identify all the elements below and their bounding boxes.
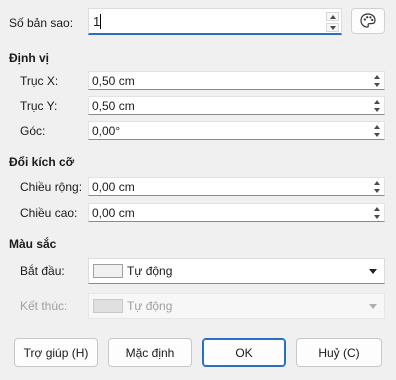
copies-decrement-button[interactable] — [326, 23, 339, 32]
copies-spinbox[interactable]: 1 — [88, 8, 342, 35]
cancel-button[interactable]: Huỷ (C) — [296, 338, 382, 367]
start-color-dropdown[interactable]: Tự động — [88, 258, 385, 284]
arrow-up-icon — [329, 14, 336, 19]
width-spinbox[interactable]: 0,00 cm — [88, 177, 385, 196]
colors-heading: Màu sắc — [9, 237, 57, 251]
angle-decrement-button[interactable] — [370, 131, 383, 138]
arrow-up-icon — [373, 206, 380, 211]
height-label: Chiều cao: — [20, 206, 78, 220]
x-axis-spinbox[interactable]: 0,50 cm — [88, 71, 385, 90]
resize-heading: Đổi kích cỡ — [9, 155, 75, 169]
copies-spin-arrows — [326, 12, 339, 32]
height-spin-arrows — [370, 205, 383, 220]
arrow-down-icon — [373, 132, 380, 137]
start-color-value: Tự động — [127, 264, 173, 278]
width-decrement-button[interactable] — [370, 187, 383, 194]
end-color-value: Tự động — [127, 299, 173, 313]
start-color-swatch — [93, 264, 123, 278]
reset-button[interactable]: Mặc định — [108, 338, 192, 367]
palette-icon — [360, 13, 376, 28]
x-axis-decrement-button[interactable] — [370, 81, 383, 88]
angle-spinbox[interactable]: 0,00° — [88, 121, 385, 140]
arrow-down-icon — [373, 188, 380, 193]
height-spinbox[interactable]: 0,00 cm — [88, 203, 385, 222]
width-label: Chiều rộng: — [20, 180, 83, 194]
x-axis-spin-arrows — [370, 73, 383, 88]
x-axis-increment-button[interactable] — [370, 73, 383, 80]
width-value: 0,00 cm — [92, 180, 135, 194]
arrow-down-icon — [373, 82, 380, 87]
text-caret — [100, 14, 101, 29]
angle-value: 0,00° — [92, 124, 121, 138]
arrow-down-icon — [373, 214, 380, 219]
height-decrement-button[interactable] — [370, 213, 383, 220]
chevron-down-icon — [369, 304, 377, 309]
copy-values-button[interactable] — [351, 8, 385, 34]
angle-increment-button[interactable] — [370, 123, 383, 130]
arrow-up-icon — [373, 74, 380, 79]
y-axis-value: 0,50 cm — [92, 99, 135, 113]
end-color-label: Kết thúc: — [20, 299, 68, 313]
copies-increment-button[interactable] — [326, 12, 339, 21]
x-axis-label: Trục X: — [20, 74, 59, 88]
y-axis-decrement-button[interactable] — [370, 106, 383, 113]
arrow-down-icon — [329, 25, 336, 30]
end-color-swatch — [93, 299, 123, 313]
y-axis-spinbox[interactable]: 0,50 cm — [88, 96, 385, 115]
start-color-label: Bắt đầu: — [20, 264, 65, 278]
arrow-up-icon — [373, 99, 380, 104]
height-value: 0,00 cm — [92, 206, 135, 220]
width-spin-arrows — [370, 179, 383, 194]
width-increment-button[interactable] — [370, 179, 383, 186]
arrow-up-icon — [373, 124, 380, 129]
arrow-up-icon — [373, 180, 380, 185]
height-increment-button[interactable] — [370, 205, 383, 212]
help-button[interactable]: Trợ giúp (H) — [14, 338, 98, 367]
y-axis-label: Trục Y: — [20, 99, 58, 113]
placement-heading: Định vị — [9, 51, 50, 65]
x-axis-value: 0,50 cm — [92, 74, 135, 88]
arrow-down-icon — [373, 107, 380, 112]
angle-spin-arrows — [370, 123, 383, 138]
y-axis-spin-arrows — [370, 98, 383, 113]
angle-label: Góc: — [20, 124, 46, 138]
ok-button[interactable]: OK — [202, 338, 286, 367]
copies-label: Số bản sao: — [9, 16, 74, 30]
chevron-down-icon — [369, 269, 377, 274]
y-axis-increment-button[interactable] — [370, 98, 383, 105]
end-color-dropdown: Tự động — [88, 293, 385, 319]
